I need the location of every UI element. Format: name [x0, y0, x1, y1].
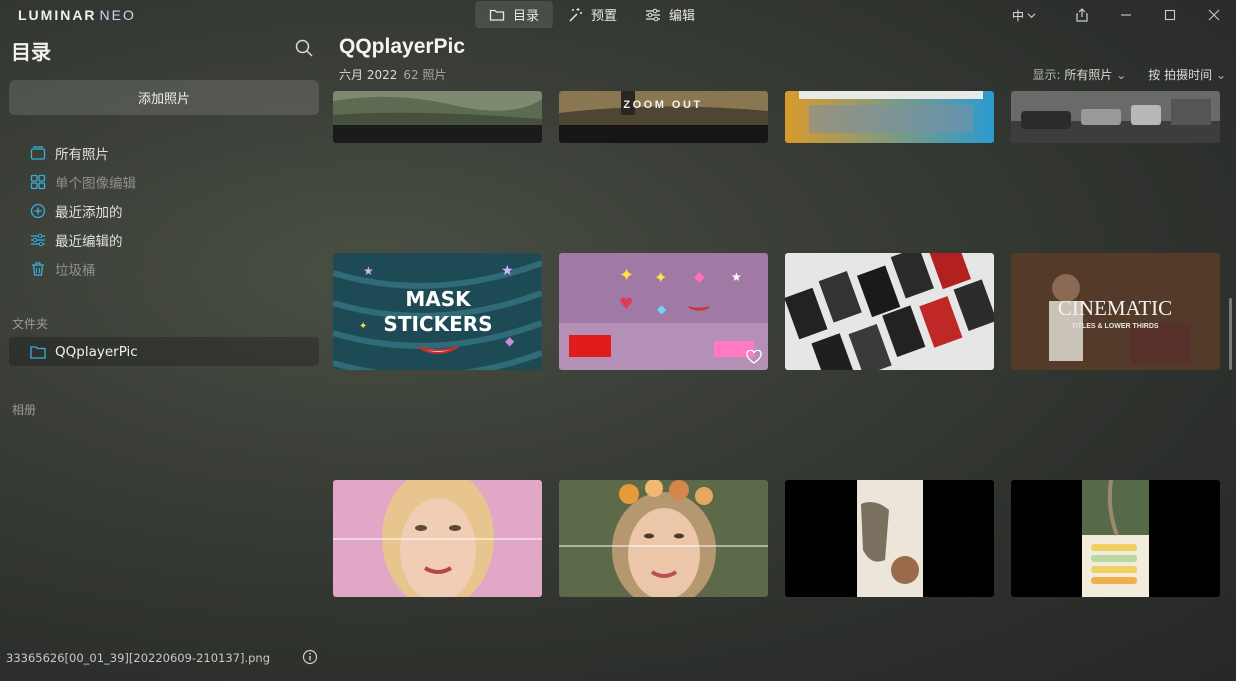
sidebar-item-all-photos[interactable]: 所有照片 — [30, 138, 136, 167]
thumb-text: ZOOM OUT — [623, 99, 702, 111]
albums-section-label: 相册 — [12, 403, 37, 417]
sidebar-item-recently-added[interactable]: 最近添加的 — [30, 196, 136, 225]
date-group-header: 六月 2022 62 照片 — [339, 66, 446, 83]
motion-cartoon-image — [785, 253, 994, 370]
svg-text:★: ★ — [501, 263, 514, 279]
close-button[interactable] — [1192, 0, 1236, 30]
view-controls: 显示: 所有照片 ⌄ 按 拍摄时间 ⌄ — [1033, 66, 1227, 83]
photo-thumbnail[interactable] — [785, 91, 994, 143]
landscape-image — [333, 91, 542, 143]
svg-text:◆: ◆ — [694, 269, 705, 285]
vertical-template-image — [1011, 480, 1220, 597]
photo-thumbnail[interactable]: ✦ ✦ ◆ ★ ♥ ◆ — [559, 253, 768, 370]
minimize-button[interactable] — [1104, 0, 1148, 30]
maximize-icon — [1164, 9, 1176, 21]
svg-text:✦: ✦ — [654, 268, 667, 287]
chevron-down-icon — [1027, 12, 1036, 18]
svg-text:◆: ◆ — [657, 302, 667, 316]
photo-thumbnail[interactable] — [785, 253, 994, 370]
heart-icon[interactable] — [746, 350, 762, 364]
folder-icon — [30, 345, 46, 359]
maximize-button[interactable] — [1148, 0, 1192, 30]
info-icon[interactable] — [302, 649, 318, 665]
photo-thumbnail[interactable] — [333, 91, 542, 143]
svg-text:★: ★ — [363, 264, 374, 278]
flower-crown-portrait-image — [559, 480, 768, 597]
tab-presets[interactable]: 预置 — [553, 1, 631, 28]
mask-stickers-image: MASK STICKERS ★ ★ ✦ ◆ — [333, 253, 542, 370]
photo-thumbnail[interactable] — [1011, 480, 1220, 597]
sidebar-item-single-edits[interactable]: 单个图像编辑 — [30, 167, 136, 196]
close-icon — [1208, 9, 1220, 21]
svg-text:★: ★ — [731, 270, 742, 284]
street-image — [1011, 91, 1220, 143]
portrait-image — [333, 480, 542, 597]
zoom-out-image: ZOOM OUT — [559, 91, 768, 143]
sort-select[interactable]: 按 拍摄时间 ⌄ — [1148, 66, 1226, 83]
title-bar: LUMINAR NEO 目录 预置 编辑 中 — [0, 0, 1236, 30]
minimize-icon — [1121, 14, 1131, 16]
cinematic-titles-image: CINEMATIC TITLES & LOWER THIRDS — [1011, 253, 1220, 370]
photo-thumbnail[interactable]: ZOOM OUT — [559, 91, 768, 143]
folder-icon — [489, 9, 505, 21]
svg-text:♥: ♥ — [619, 294, 633, 313]
sidebar-item-recently-edited[interactable]: 最近编辑的 — [30, 225, 136, 254]
search-icon[interactable] — [294, 38, 314, 58]
thumb-text: CINEMATIC — [1058, 296, 1172, 320]
chevron-down-icon: ⌄ — [1215, 68, 1226, 82]
svg-text:◆: ◆ — [505, 334, 515, 348]
display-filter[interactable]: 显示: 所有照片 ⌄ — [1033, 66, 1127, 83]
photo-count: 62 照片 — [403, 68, 447, 82]
mode-tabs: 目录 预置 编辑 — [475, 1, 709, 28]
photo-thumbnail[interactable] — [785, 480, 994, 597]
trash-icon — [32, 261, 44, 276]
folders-section-label: 文件夹 — [12, 317, 49, 331]
app-logo: LUMINAR NEO — [18, 7, 136, 23]
thumb-text: MASK — [405, 287, 472, 311]
photo-thumbnail[interactable]: CINEMATIC TITLES & LOWER THIRDS — [1011, 253, 1220, 370]
tab-catalog[interactable]: 目录 — [475, 1, 554, 28]
tab-edit[interactable]: 编辑 — [631, 1, 709, 28]
story-template-image — [785, 480, 994, 597]
grid-icon — [30, 174, 46, 189]
sidebar: 目录 添加照片 所有照片 单个图像编辑 最近添加的 最近编辑的 垃圾桶 文件夹 … — [0, 30, 328, 681]
stickers-set-image: ✦ ✦ ◆ ★ ♥ ◆ — [559, 253, 768, 370]
add-photos-button[interactable]: 添加照片 — [9, 80, 319, 115]
chevron-down-icon: ⌄ — [1116, 68, 1127, 82]
scrollbar-thumb[interactable] — [1229, 298, 1232, 370]
date-label: 六月 2022 — [339, 68, 398, 82]
photo-thumbnail[interactable] — [559, 480, 768, 597]
status-filename: 33365626[00_01_39][20220609-210137].png — [6, 651, 271, 665]
photo-thumbnail[interactable]: MASK STICKERS ★ ★ ✦ ◆ — [333, 253, 542, 370]
share-button[interactable] — [1060, 0, 1104, 30]
thumb-text: TITLES & LOWER THIRDS — [1071, 323, 1158, 330]
page-title: QQplayerPic — [339, 35, 466, 58]
svg-text:✦: ✦ — [359, 321, 367, 332]
sliders-icon — [646, 8, 661, 21]
svg-text:✦: ✦ — [619, 265, 634, 286]
language-select[interactable]: 中 — [1012, 7, 1036, 24]
photo-thumbnail[interactable] — [333, 480, 542, 597]
sidebar-title: 目录 — [11, 40, 51, 64]
sidebar-nav: 所有照片 单个图像编辑 最近添加的 最近编辑的 垃圾桶 — [30, 138, 136, 283]
sliders-icon — [31, 233, 45, 246]
magic-wand-icon — [569, 7, 583, 22]
sidebar-item-trash[interactable]: 垃圾桶 — [30, 254, 136, 283]
window-controls: 中 — [1012, 0, 1236, 30]
plus-circle-icon — [30, 203, 46, 218]
ui-mockup-image — [785, 91, 994, 143]
share-icon — [1076, 8, 1088, 22]
sidebar-folder-qqplayerpic[interactable]: QQplayerPic — [9, 337, 319, 366]
photo-thumbnail[interactable] — [1011, 91, 1220, 143]
photos-icon — [30, 145, 46, 160]
thumb-text: STICKERS — [383, 312, 492, 336]
